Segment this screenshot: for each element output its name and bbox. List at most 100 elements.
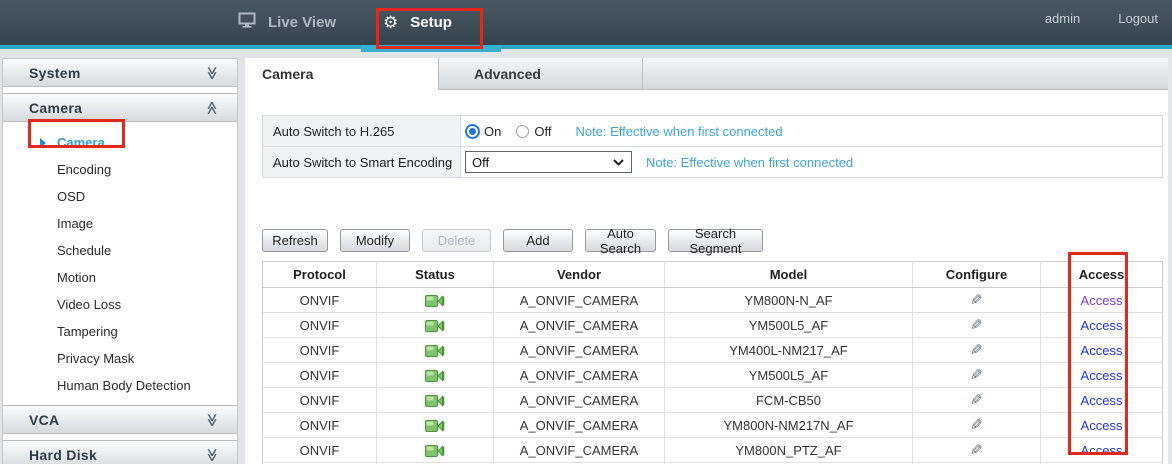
cell-protocol: ONVIF xyxy=(263,388,377,413)
sidebar-camera-submenu: Camera Encoding OSD Image Schedule Motio… xyxy=(3,128,237,401)
camera-online-icon xyxy=(425,394,445,408)
cell-protocol: ONVIF xyxy=(263,338,377,363)
camera-online-icon xyxy=(425,294,445,308)
access-link[interactable]: Access xyxy=(1081,393,1123,408)
radio-off-label: Off xyxy=(534,124,551,139)
access-link[interactable]: Access xyxy=(1081,343,1123,358)
auto-search-button[interactable]: Auto Search xyxy=(585,229,656,252)
cell-vendor: A_ONVIF_CAMERA xyxy=(494,438,665,463)
chevron-double-down-icon: ≫ xyxy=(204,413,220,427)
main-panel: Camera Advanced Auto Switch to H.265 On xyxy=(245,58,1168,464)
sidebar-section-vca[interactable]: VCA ≫ xyxy=(3,405,237,434)
sidebar-item-camera-label: Camera xyxy=(57,135,105,150)
h265-radio-group: On Off xyxy=(465,124,551,139)
smart-encoding-select[interactable]: Off xyxy=(465,151,632,173)
cell-status xyxy=(377,288,494,313)
cell-configure: ✎ xyxy=(913,388,1041,413)
cell-protocol: ONVIF xyxy=(263,288,377,313)
access-link[interactable]: Access xyxy=(1081,443,1123,458)
edit-pencil-icon[interactable]: ✎ xyxy=(970,393,983,408)
cell-protocol: ONVIF xyxy=(263,413,377,438)
camera-online-icon xyxy=(425,369,445,383)
tab-camera[interactable]: Camera xyxy=(245,58,439,90)
cell-status xyxy=(377,438,494,463)
camera-online-icon xyxy=(425,419,445,433)
cell-access: Access xyxy=(1041,313,1163,338)
user-name: admin xyxy=(1045,11,1080,26)
tab-camera-label: Camera xyxy=(262,66,313,82)
cell-status xyxy=(377,388,494,413)
sidebar-section-system[interactable]: System ≫ xyxy=(3,59,237,87)
sidebar-section-vca-label: VCA xyxy=(29,412,59,428)
sidebar-item-osd[interactable]: OSD xyxy=(3,183,237,210)
setting-row-smart-encoding: Auto Switch to Smart Encoding Off Note: … xyxy=(263,146,1162,177)
col-protocol: Protocol xyxy=(263,262,377,288)
search-segment-button[interactable]: Search Segment xyxy=(668,229,763,252)
sidebar-item-human-body-detection[interactable]: Human Body Detection xyxy=(3,372,237,399)
cell-configure: ✎ xyxy=(913,413,1041,438)
table-row: ONVIFA_ONVIF_CAMERAYM800N-N_AF✎Access xyxy=(263,288,1163,313)
access-link[interactable]: Access xyxy=(1081,318,1123,333)
monitor-icon xyxy=(238,12,256,33)
delete-button[interactable]: Delete xyxy=(422,229,491,252)
logout-button[interactable]: Logout xyxy=(1118,11,1158,26)
nav-live-view-label: Live View xyxy=(268,14,336,31)
cell-model: YM800N-NM217N_AF xyxy=(665,413,913,438)
sidebar-item-tampering[interactable]: Tampering xyxy=(3,318,237,345)
tab-advanced[interactable]: Advanced xyxy=(439,58,643,89)
cell-configure: ✎ xyxy=(913,338,1041,363)
cell-status xyxy=(377,338,494,363)
tab-advanced-label: Advanced xyxy=(474,66,541,82)
access-link[interactable]: Access xyxy=(1081,293,1123,308)
cell-access: Access xyxy=(1041,363,1163,388)
active-item-arrow-icon xyxy=(40,138,46,148)
cell-vendor: A_ONVIF_CAMERA xyxy=(494,413,665,438)
sidebar-section-camera[interactable]: Camera ≫ xyxy=(3,93,237,122)
edit-pencil-icon[interactable]: ✎ xyxy=(970,418,983,433)
nav-live-view[interactable]: Live View xyxy=(238,0,336,45)
access-link[interactable]: Access xyxy=(1081,418,1123,433)
sidebar-item-camera[interactable]: Camera xyxy=(3,129,237,156)
nav-setup[interactable]: ⚙ Setup xyxy=(383,0,452,45)
camera-online-icon xyxy=(425,444,445,458)
sidebar-item-privacy-mask[interactable]: Privacy Mask xyxy=(3,345,237,372)
table-row: ONVIF A_ONVIF_CAMERAYM800N-NM217N_AF ✎ Acce… xyxy=(263,413,1163,438)
sidebar: System ≫ Camera ≫ Camera Encoding OSD Im… xyxy=(2,58,238,464)
cell-protocol: ONVIF xyxy=(263,363,377,388)
smart-encoding-select-value: Off xyxy=(472,155,489,170)
cell-configure: ✎ xyxy=(913,313,1041,338)
edit-pencil-icon[interactable]: ✎ xyxy=(970,343,983,358)
setting-h265-label: Auto Switch to H.265 xyxy=(263,116,461,146)
sidebar-item-schedule[interactable]: Schedule xyxy=(3,237,237,264)
edit-pencil-icon[interactable]: ✎ xyxy=(970,443,983,458)
sidebar-item-video-loss[interactable]: Video Loss xyxy=(3,291,237,318)
cell-status xyxy=(377,313,494,338)
col-model: Model xyxy=(665,262,913,288)
add-button[interactable]: Add xyxy=(503,229,573,252)
sidebar-section-hard-disk[interactable]: Hard Disk ≫ xyxy=(3,440,237,464)
cell-configure: ✎ xyxy=(913,438,1041,463)
access-link[interactable]: Access xyxy=(1081,368,1123,383)
cell-configure: ✎ xyxy=(913,363,1041,388)
sidebar-item-motion[interactable]: Motion xyxy=(3,264,237,291)
modify-button[interactable]: Modify xyxy=(340,229,410,252)
refresh-button[interactable]: Refresh xyxy=(262,229,328,252)
cell-model: YM800N-N_AF xyxy=(665,288,913,313)
col-status: Status xyxy=(377,262,494,288)
radio-off[interactable]: Off xyxy=(515,124,551,139)
cell-access: Access xyxy=(1041,413,1163,438)
sidebar-section-camera-label: Camera xyxy=(29,100,82,116)
col-vendor: Vendor xyxy=(494,262,665,288)
edit-pencil-icon[interactable]: ✎ xyxy=(970,293,983,308)
content-tab-strip: Camera Advanced xyxy=(245,58,1168,90)
edit-pencil-icon[interactable]: ✎ xyxy=(970,318,983,333)
sidebar-item-image[interactable]: Image xyxy=(3,210,237,237)
edit-pencil-icon[interactable]: ✎ xyxy=(970,368,983,383)
sidebar-item-encoding[interactable]: Encoding xyxy=(3,156,237,183)
tab-content: Auto Switch to H.265 On Off xyxy=(245,90,1168,464)
nav-setup-label: Setup xyxy=(410,14,452,31)
chevron-down-icon xyxy=(613,159,624,166)
radio-on[interactable]: On xyxy=(465,124,501,139)
settings-box: Auto Switch to H.265 On Off xyxy=(262,115,1163,178)
col-access: Access xyxy=(1041,262,1163,288)
